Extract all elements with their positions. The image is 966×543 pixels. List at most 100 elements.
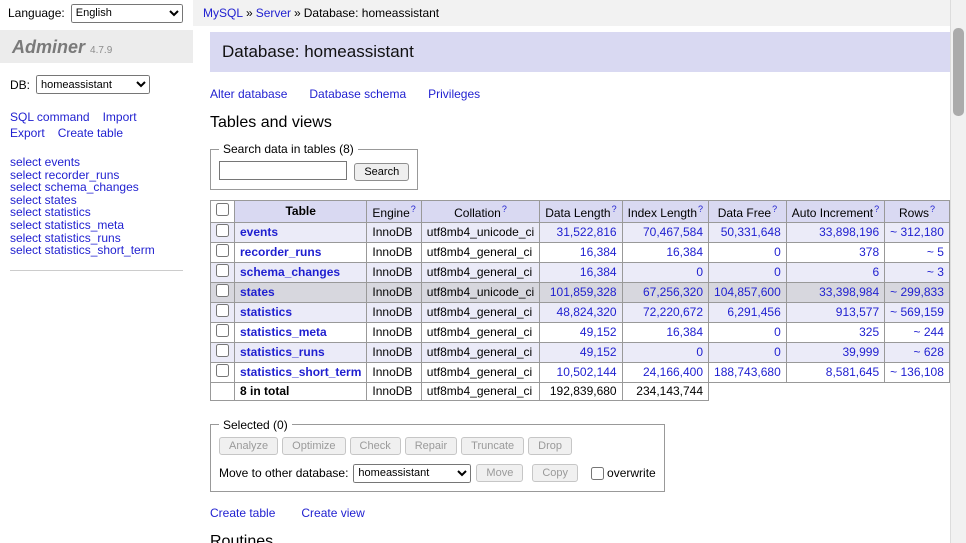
rows-link[interactable]: ~ 569,159 xyxy=(890,305,944,319)
data-free-link[interactable]: 188,743,680 xyxy=(714,365,781,379)
sidebar-table-link[interactable]: select schema_changes xyxy=(10,181,183,194)
search-input[interactable] xyxy=(219,161,347,180)
data-free-link[interactable]: 50,331,648 xyxy=(721,225,781,239)
index-length-link[interactable]: 24,166,400 xyxy=(643,365,703,379)
rows-link[interactable]: ~ 5 xyxy=(927,245,944,259)
data-free-link[interactable]: 0 xyxy=(774,325,781,339)
rows-link[interactable]: ~ 244 xyxy=(914,325,944,339)
data-length-link[interactable]: 16,384 xyxy=(580,245,617,259)
search-legend: Search data in tables (8) xyxy=(219,142,358,156)
overwrite-checkbox[interactable] xyxy=(591,467,604,480)
sql-command-link[interactable]: SQL command xyxy=(10,110,90,124)
data-free-link[interactable]: 6,291,456 xyxy=(727,305,780,319)
auto-increment-link[interactable]: 33,398,984 xyxy=(819,285,879,299)
auto-increment-link[interactable]: 325 xyxy=(859,325,879,339)
row-checkbox[interactable] xyxy=(216,224,229,237)
auto-increment-link[interactable]: 913,577 xyxy=(836,305,879,319)
auto-increment-link[interactable]: 8,581,645 xyxy=(826,365,879,379)
scrollbar-thumb[interactable] xyxy=(953,28,964,116)
sidebar-table-link[interactable]: select statistics_meta xyxy=(10,219,183,232)
data-length-link[interactable]: 49,152 xyxy=(580,345,617,359)
table-name-link[interactable]: statistics xyxy=(240,305,292,319)
column-header-label: Rows xyxy=(899,206,929,220)
data-free-link[interactable]: 0 xyxy=(774,265,781,279)
repair-button[interactable]: Repair xyxy=(405,437,457,455)
export-link[interactable]: Export xyxy=(10,126,45,140)
sidebar-table-link[interactable]: select statistics_short_term xyxy=(10,244,183,257)
auto-increment-link[interactable]: 6 xyxy=(872,265,879,279)
create-table-link[interactable]: Create table xyxy=(210,506,275,520)
table-name-link[interactable]: recorder_runs xyxy=(240,245,321,259)
column-header-data-free: Data Free? xyxy=(709,200,787,222)
language-select[interactable]: English xyxy=(71,4,183,23)
auto-increment-link[interactable]: 33,898,196 xyxy=(819,225,879,239)
analyze-button[interactable]: Analyze xyxy=(219,437,278,455)
data-length-link[interactable]: 31,522,816 xyxy=(557,225,617,239)
help-icon[interactable]: ? xyxy=(930,204,935,214)
row-checkbox[interactable] xyxy=(216,344,229,357)
row-select-cell xyxy=(211,342,235,362)
data-length-link[interactable]: 10,502,144 xyxy=(557,365,617,379)
rows-link[interactable]: ~ 3 xyxy=(927,265,944,279)
data-length-link[interactable]: 16,384 xyxy=(580,265,617,279)
auto-increment-link[interactable]: 378 xyxy=(859,245,879,259)
data-free-link[interactable]: 0 xyxy=(774,245,781,259)
rows-link[interactable]: ~ 312,180 xyxy=(890,225,944,239)
database-schema-link[interactable]: Database schema xyxy=(309,87,406,101)
data-free-link[interactable]: 104,857,600 xyxy=(714,285,781,299)
breadcrumb-mysql-link[interactable]: MySQL xyxy=(203,6,243,20)
table-name-link[interactable]: statistics_runs xyxy=(240,345,325,359)
index-length-link[interactable]: 0 xyxy=(696,345,703,359)
auto-increment-link[interactable]: 39,999 xyxy=(842,345,879,359)
privileges-link[interactable]: Privileges xyxy=(428,87,480,101)
db-select[interactable]: homeassistant xyxy=(36,75,150,94)
table-name-link[interactable]: schema_changes xyxy=(240,265,340,279)
rows-link[interactable]: ~ 136,108 xyxy=(890,365,944,379)
index-length-link[interactable]: 72,220,672 xyxy=(643,305,703,319)
data-length-link[interactable]: 48,824,320 xyxy=(557,305,617,319)
table-name-link[interactable]: states xyxy=(240,285,275,299)
sidebar-create-table-link[interactable]: Create table xyxy=(58,126,123,140)
row-checkbox[interactable] xyxy=(216,324,229,337)
index-length-link[interactable]: 16,384 xyxy=(666,245,703,259)
truncate-button[interactable]: Truncate xyxy=(461,437,524,455)
index-length-link[interactable]: 0 xyxy=(696,265,703,279)
index-length-link[interactable]: 67,256,320 xyxy=(643,285,703,299)
help-icon[interactable]: ? xyxy=(874,204,879,214)
sidebar-table-link[interactable]: select events xyxy=(10,156,183,169)
table-name-link[interactable]: statistics_short_term xyxy=(240,365,361,379)
table-name-link[interactable]: statistics_meta xyxy=(240,325,327,339)
select-all-checkbox[interactable] xyxy=(216,203,229,216)
help-icon[interactable]: ? xyxy=(502,204,507,214)
alter-database-link[interactable]: Alter database xyxy=(210,87,287,101)
move-button[interactable]: Move xyxy=(476,464,523,482)
optimize-button[interactable]: Optimize xyxy=(282,437,345,455)
table-name-link[interactable]: events xyxy=(240,225,278,239)
row-checkbox[interactable] xyxy=(216,304,229,317)
vertical-scrollbar[interactable] xyxy=(950,0,966,543)
help-icon[interactable]: ? xyxy=(612,204,617,214)
copy-button[interactable]: Copy xyxy=(532,464,578,482)
row-checkbox[interactable] xyxy=(216,244,229,257)
row-checkbox[interactable] xyxy=(216,264,229,277)
search-button[interactable]: Search xyxy=(354,163,409,181)
check-button[interactable]: Check xyxy=(350,437,401,455)
row-checkbox[interactable] xyxy=(216,364,229,377)
index-length-link[interactable]: 70,467,584 xyxy=(643,225,703,239)
data-free-cell: 6,291,456 xyxy=(709,302,787,322)
create-view-link[interactable]: Create view xyxy=(301,506,364,520)
help-icon[interactable]: ? xyxy=(698,204,703,214)
data-free-link[interactable]: 0 xyxy=(774,345,781,359)
rows-link[interactable]: ~ 628 xyxy=(914,345,944,359)
help-icon[interactable]: ? xyxy=(411,204,416,214)
import-link[interactable]: Import xyxy=(103,110,137,124)
row-checkbox[interactable] xyxy=(216,284,229,297)
drop-button[interactable]: Drop xyxy=(528,437,572,455)
breadcrumb-server-link[interactable]: Server xyxy=(256,6,291,20)
move-db-select[interactable]: homeassistant xyxy=(353,464,471,483)
data-length-link[interactable]: 49,152 xyxy=(580,325,617,339)
data-length-link[interactable]: 101,859,328 xyxy=(550,285,617,299)
index-length-link[interactable]: 16,384 xyxy=(666,325,703,339)
help-icon[interactable]: ? xyxy=(772,204,777,214)
rows-link[interactable]: ~ 299,833 xyxy=(890,285,944,299)
